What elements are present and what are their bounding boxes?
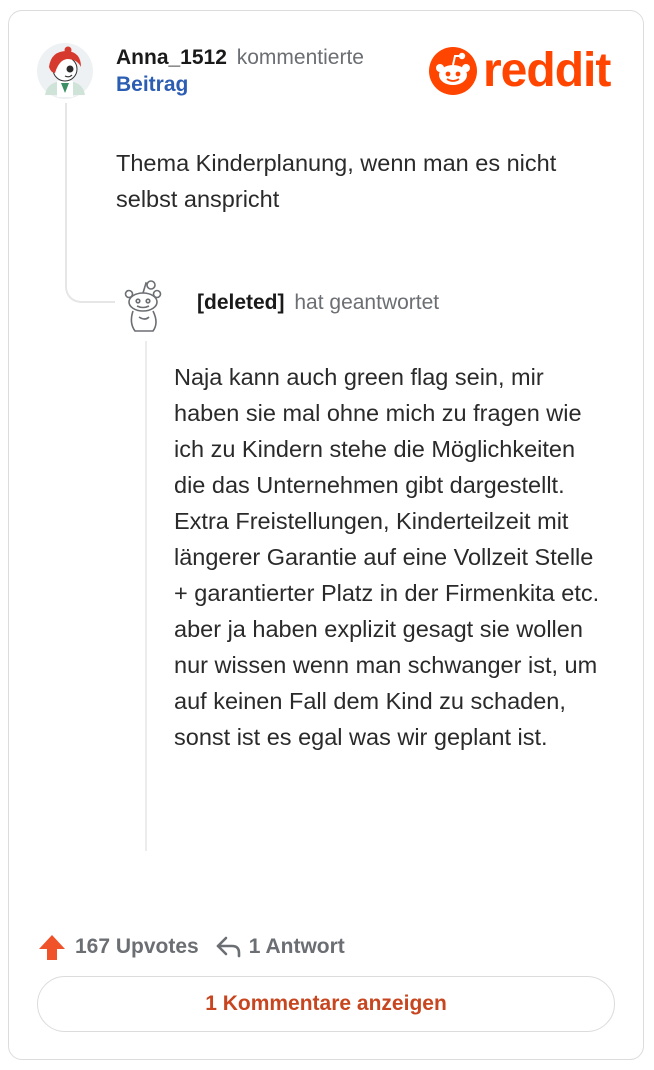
reply-username: [deleted] [197, 291, 285, 314]
comment-header: Anna_1512 kommentierte [116, 44, 364, 72]
upvote-button[interactable]: 167 Upvotes [37, 932, 199, 962]
reply-arrow-icon [216, 936, 241, 958]
user-avatar[interactable] [37, 43, 93, 99]
reply-header: [deleted] hat geantwortet [197, 289, 439, 317]
reddit-logo: reddit [429, 43, 619, 99]
deleted-user-avatar[interactable] [119, 277, 169, 337]
comment-actions: 167 Upvotes 1 Antwort [37, 929, 345, 965]
reply-button[interactable]: 1 Antwort [213, 932, 345, 962]
comment-body: Thema Kinderplanung, wenn man es nicht s… [116, 150, 557, 212]
reply-action-label: hat geantwortet [294, 291, 440, 314]
upvote-count: 167 Upvotes [75, 935, 199, 958]
comment-action-label: kommentierte [236, 46, 364, 69]
reply-thread-line [145, 341, 147, 851]
reddit-wordmark: reddit [483, 44, 611, 97]
comment-username[interactable]: Anna_1512 [116, 46, 227, 69]
reddit-snoo-icon [429, 47, 477, 95]
show-comments-button[interactable]: 1 Kommentare anzeigen [37, 976, 615, 1032]
thread-connector-line [65, 103, 115, 303]
comment-card: Anna_1512 kommentierte Beitrag reddit Th… [8, 10, 644, 1060]
reply-body: Naja kann auch green flag sein, mir habe… [174, 364, 600, 750]
post-link[interactable]: Beitrag [116, 71, 188, 99]
reply-count: 1 Antwort [248, 935, 345, 958]
upvote-arrow-icon [39, 935, 65, 960]
